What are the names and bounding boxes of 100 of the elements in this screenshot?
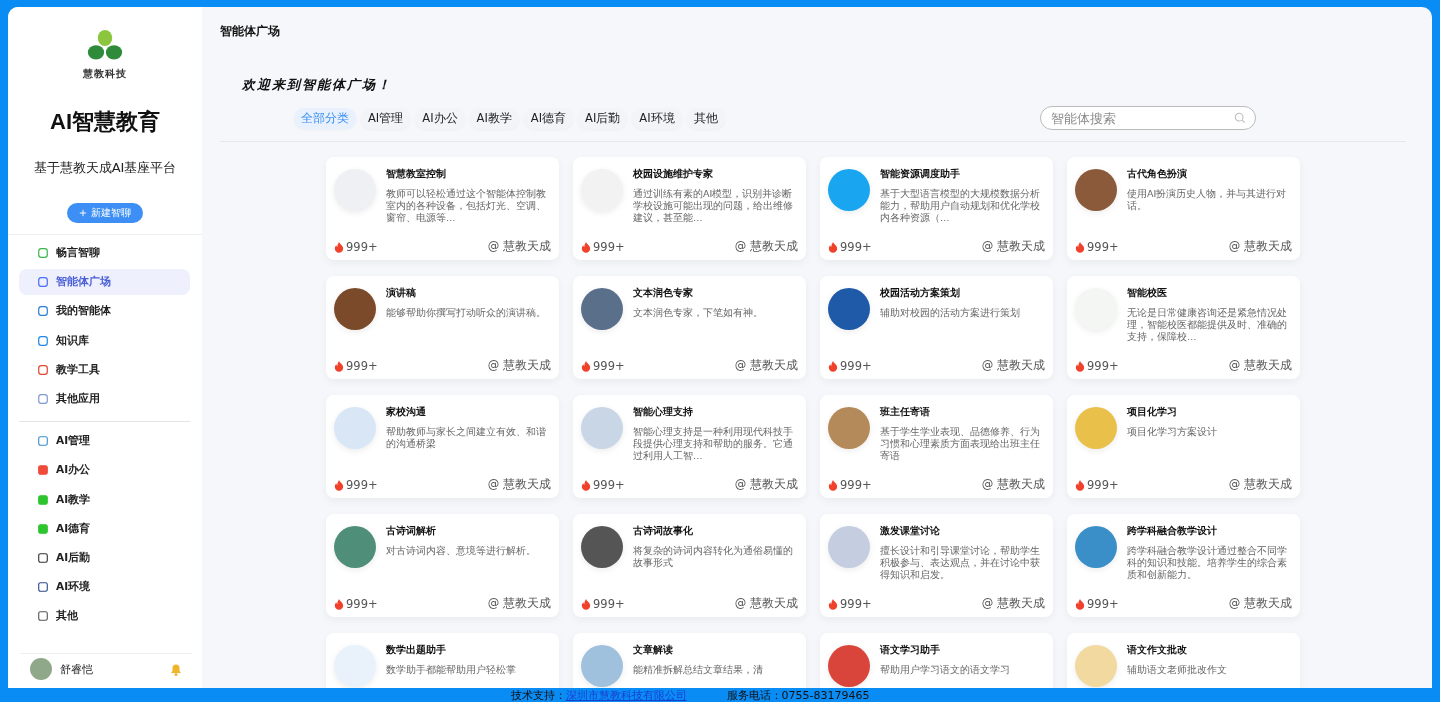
agent-author: @ 慧教天成: [734, 596, 798, 611]
agent-card[interactable]: 语文学习助手 帮助用户学习语文的语文学习: [820, 633, 1053, 688]
agent-avatar: [828, 526, 870, 568]
nav-icon: [37, 305, 49, 318]
agent-card[interactable]: 校园设施维护专家 通过训练有素的AI模型，识别并诊断学校设施可能出现的问题，给出维修建议，甚至能… 999+ @ 慧教天成: [573, 157, 806, 260]
agent-card[interactable]: 古诗词故事化 将复杂的诗词内容转化为通俗易懂的故事形式 999+ @ 慧教天成: [573, 514, 806, 617]
category-icon: [37, 610, 49, 623]
category-tab[interactable]: AI办公: [415, 107, 465, 129]
agent-author: @ 慧教天成: [1228, 239, 1292, 254]
logo-text: 慧教科技: [83, 67, 127, 81]
sidebar-item[interactable]: 智能体广场: [19, 269, 190, 296]
agent-author: @ 慧教天成: [981, 596, 1045, 611]
agent-author: @ 慧教天成: [487, 477, 551, 492]
agent-card[interactable]: 古诗词解析 对古诗词内容、意境等进行解析。 999+ @ 慧教天成: [326, 514, 559, 617]
user-avatar[interactable]: [30, 658, 52, 680]
agent-author: @ 慧教天成: [487, 358, 551, 373]
agent-author: @ 慧教天成: [734, 477, 798, 492]
agent-name: 激发课堂讨论: [880, 524, 941, 538]
app-subtitle: 基于慧教天成AI基座平台: [33, 159, 177, 177]
agent-name: 智能心理支持: [633, 405, 694, 419]
agent-author: @ 慧教天成: [734, 239, 798, 254]
sidebar-item[interactable]: 畅言智聊: [19, 240, 190, 266]
agent-description: 文本润色专家，下笔如有神。: [633, 307, 764, 319]
agent-avatar: [334, 407, 376, 449]
search-icon[interactable]: [1234, 112, 1246, 124]
flame-icon: [334, 597, 344, 610]
agent-card[interactable]: 家校沟通 帮助教师与家长之间建立有效、和谐的沟通桥梁 999+ @ 慧教天成: [326, 395, 559, 498]
sidebar-item[interactable]: 教学工具: [19, 356, 190, 383]
agent-card[interactable]: 古代角色扮演 使用AI扮演历史人物，并与其进行对话。 999+ @ 慧教天成: [1067, 157, 1300, 260]
sidebar-item[interactable]: 知识库: [19, 327, 190, 354]
agent-description: 帮助教师与家长之间建立有效、和谐的沟通桥梁: [386, 426, 547, 450]
sidebar-item[interactable]: 其他应用: [19, 385, 190, 412]
sidebar-item[interactable]: 其他: [19, 603, 190, 630]
agent-card[interactable]: 演讲稿 能够帮助你撰写打动听众的演讲稿。 999+ @ 慧教天成: [326, 276, 559, 379]
agent-card[interactable]: 文本润色专家 文本润色专家，下笔如有神。 999+ @ 慧教天成: [573, 276, 806, 379]
agent-name: 跨学科融合教学设计: [1127, 524, 1218, 538]
usage-count: 999+: [593, 477, 625, 492]
sidebar-item[interactable]: 我的智能体: [19, 298, 190, 325]
category-icon: [37, 464, 49, 477]
agent-avatar: [828, 169, 870, 211]
agent-card[interactable]: 校园活动方案策划 辅助对校园的活动方案进行策划 999+ @ 慧教天成: [820, 276, 1053, 379]
category-tab[interactable]: AI教学: [469, 107, 519, 129]
sidebar-item[interactable]: AI环境: [19, 574, 190, 601]
category-tab[interactable]: AI德育: [523, 107, 574, 129]
agent-description: 智能心理支持是一种利用现代科技手段提供心理支持和帮助的服务。它通过利用人工智…: [633, 426, 794, 462]
usage-count: 999+: [346, 477, 378, 492]
agent-description: 能够帮助你撰写打动听众的演讲稿。: [386, 307, 547, 319]
flame-icon: [828, 240, 838, 253]
flame-icon: [1075, 359, 1085, 372]
agent-avatar: [828, 288, 870, 330]
agent-card[interactable]: 激发课堂讨论 擅长设计和引导课堂讨论，帮助学生积极参与、表达观点，并在讨论中获得知识和启发。 999+ @ 慧教天成: [820, 514, 1053, 617]
agent-name: 文章解读: [633, 643, 674, 657]
agent-description: 无论是日常健康咨询还是紧急情况处理，智能校医都能提供及时、准确的支持，保障校…: [1127, 307, 1288, 343]
agent-card[interactable]: 智能心理支持 智能心理支持是一种利用现代科技手段提供心理支持和帮助的服务。它通过利用人工智… 999+ @ 慧教天成: [573, 395, 806, 498]
sidebar-item[interactable]: AI后勤: [19, 544, 190, 571]
category-icon: [37, 551, 49, 564]
agent-card[interactable]: 语文作文批改 辅助语文老师批改作文: [1067, 633, 1300, 688]
agent-author: @ 慧教天成: [734, 358, 798, 373]
agent-card[interactable]: 跨学科融合教学设计 跨学科融合教学设计通过整合不同学科的知识和技能。培养学生的综合素质和创新能力。 999+ @ 慧教天成: [1067, 514, 1300, 617]
agent-avatar: [581, 526, 623, 568]
category-icon: [37, 493, 49, 506]
category-tab[interactable]: AI后勤: [578, 107, 628, 129]
agent-card[interactable]: 班主任寄语 基于学生学业表现、品德修养、行为习惯和心理素质方面表现给出班主任寄语 999+ @ 慧教天成: [820, 395, 1053, 498]
sidebar-item[interactable]: AI办公: [19, 457, 190, 484]
agent-avatar: [334, 526, 376, 568]
agent-card[interactable]: 数学出题助手 数学助手都能帮助用户轻松掌: [326, 633, 559, 688]
page-title: 智能体广场: [220, 23, 281, 40]
agent-name: 智能资源调度助手: [880, 167, 961, 181]
agent-name: 古诗词解析: [386, 524, 437, 538]
flame-icon: [581, 597, 591, 610]
sidebar-item[interactable]: AI管理: [19, 428, 190, 455]
agent-card[interactable]: 智能校医 无论是日常健康咨询还是紧急情况处理，智能校医都能提供及时、准确的支持，保障校… 999+ @ 慧教天成: [1067, 276, 1300, 379]
agent-description: 跨学科融合教学设计通过整合不同学科的知识和技能。培养学生的综合素质和创新能力。: [1127, 545, 1288, 581]
sidebar-item[interactable]: AI德育: [19, 515, 190, 542]
flame-icon: [1075, 597, 1085, 610]
agent-name: 古代角色扮演: [1127, 167, 1188, 181]
sidebar-item[interactable]: AI教学: [19, 486, 190, 513]
agent-card[interactable]: 项目化学习 项目化学习方案设计 999+ @ 慧教天成: [1067, 395, 1300, 498]
usage-count: 999+: [840, 477, 872, 492]
usage-count: 999+: [840, 596, 872, 611]
flame-icon: [828, 359, 838, 372]
usage-count: 999+: [1087, 477, 1119, 492]
flame-icon: [581, 240, 591, 253]
flame-icon: [828, 478, 838, 491]
usage-count: 999+: [1087, 239, 1119, 254]
usage-count: 999+: [346, 358, 378, 373]
service-phone: 服务电话：0755-83179465: [726, 687, 870, 702]
agent-card[interactable]: 智能资源调度助手 基于大型语言模型的大规模数据分析能力，帮助用户自动规划和优化学校内各种资源（… 999+ @ 慧教天成: [820, 157, 1053, 260]
category-tab[interactable]: AI环境: [632, 107, 682, 129]
agent-name: 古诗词故事化: [633, 524, 694, 538]
category-tab[interactable]: AI管理: [361, 107, 411, 129]
nav-icon: [37, 247, 49, 259]
agent-avatar: [1075, 526, 1117, 568]
agent-card[interactable]: 智慧教室控制 教师可以轻松通过这个智能体控制教室内的各种设备，包括灯光、空调、窗帘、电源等… 999+ @ 慧教天成: [326, 157, 559, 260]
agent-card[interactable]: 文章解读 能精准拆解总结文章结果，清: [573, 633, 806, 688]
search-field[interactable]: 智能体搜索: [1040, 106, 1256, 130]
category-tab[interactable]: 其他: [686, 107, 725, 129]
flame-icon: [1075, 478, 1085, 491]
usage-count: 999+: [346, 239, 378, 254]
flame-icon: [334, 478, 344, 491]
